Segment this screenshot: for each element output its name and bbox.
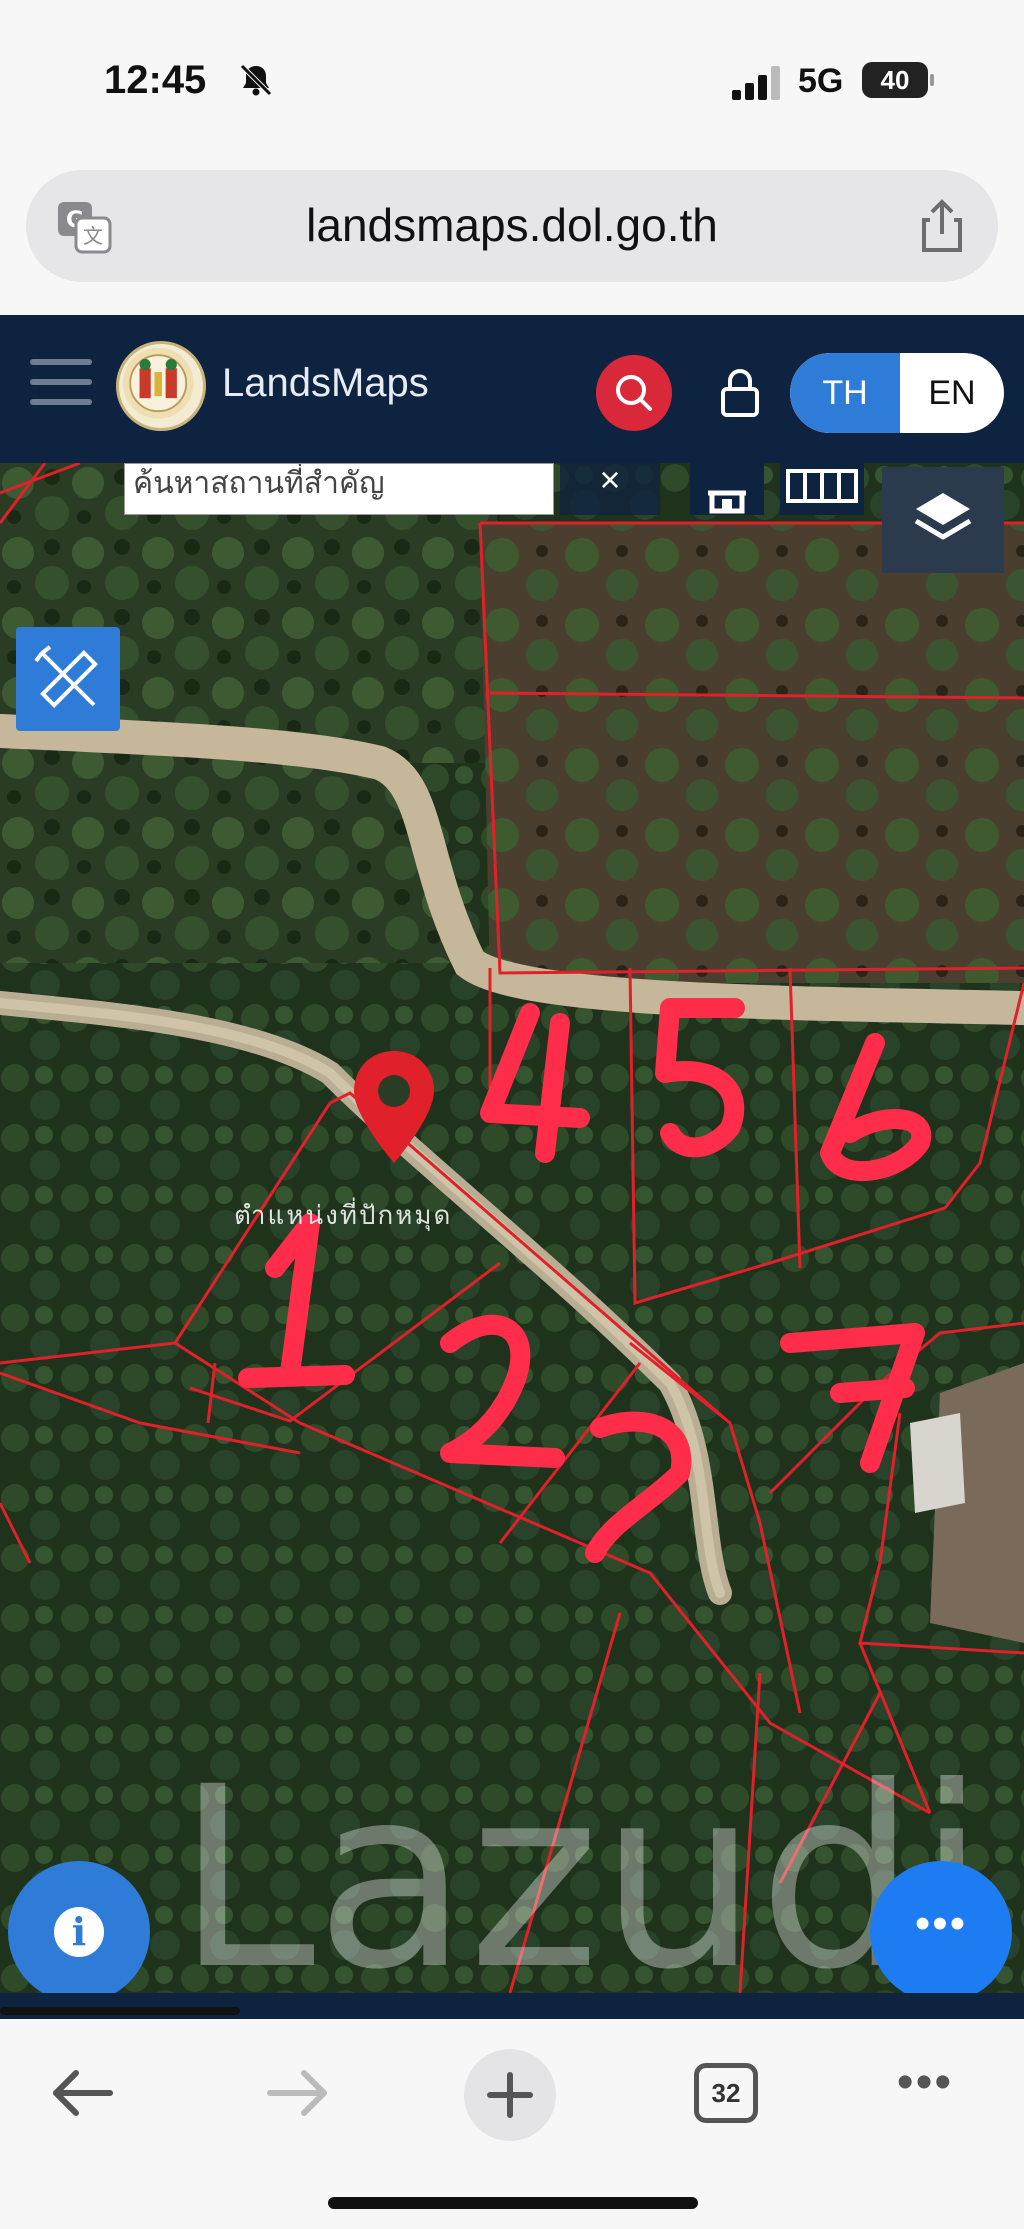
forward-arrow-icon[interactable]	[262, 2063, 332, 2123]
search-button[interactable]	[596, 355, 672, 431]
address-bar[interactable]: G 文 landsmaps.dol.go.th	[26, 170, 998, 282]
share-icon[interactable]	[916, 198, 968, 254]
bell-slash-icon	[240, 64, 272, 96]
status-time: 12:45	[104, 58, 207, 102]
info-button[interactable]: i	[8, 1861, 150, 1993]
info-icon: i	[54, 1907, 104, 1957]
map-footer-bar	[0, 1993, 1024, 2019]
battery-indicator: 40	[862, 62, 934, 98]
place-search-input[interactable]: ค้นหาสถานที่สำคัญ	[124, 463, 554, 515]
menu-icon[interactable]	[30, 359, 92, 415]
new-tab-plus-icon	[487, 2072, 533, 2118]
home-icon[interactable]	[690, 463, 764, 515]
pin-label: ตำแหน่งที่ปักหมุด	[234, 1201, 453, 1231]
url-text: landsmaps.dol.go.th	[306, 199, 718, 251]
app-brand: LandsMaps	[222, 361, 429, 405]
lock-icon[interactable]	[718, 365, 762, 419]
horizontal-scrollbar[interactable]	[0, 2007, 240, 2015]
more-options-button[interactable]: •••	[870, 1861, 1012, 1993]
map-canvas[interactable]: ค้นหาสถานที่สำคัญ × ตำแหน่งที่ปักหมุด La…	[0, 463, 1024, 1993]
language-toggle[interactable]: TH EN	[790, 353, 1004, 433]
tabs-icon[interactable]: 32	[694, 2063, 758, 2123]
network-type: 5G	[798, 62, 844, 100]
grid-icon[interactable]	[780, 463, 864, 515]
location-pin-icon[interactable]	[348, 1047, 440, 1167]
watermark: Lazudi	[176, 1733, 987, 1993]
ruler-pencil-icon[interactable]	[16, 627, 120, 731]
search-icon	[616, 375, 652, 411]
more-dots-icon[interactable]: •••	[890, 2059, 960, 2123]
clear-search-button[interactable]: ×	[560, 463, 660, 515]
back-arrow-icon[interactable]	[48, 2063, 118, 2123]
status-bar: 12:45 5G 40	[0, 0, 1024, 160]
home-indicator	[328, 2197, 698, 2209]
layers-icon[interactable]	[882, 467, 1004, 573]
new-tab-button[interactable]	[464, 2049, 556, 2141]
app-header: LandsMaps TH EN	[0, 315, 1024, 463]
lang-th-option[interactable]: TH	[790, 353, 900, 433]
more-icon: •••	[914, 1899, 968, 1948]
dol-logo	[116, 341, 206, 431]
signal-icon	[732, 66, 780, 100]
lang-en-option[interactable]: EN	[900, 353, 1004, 433]
